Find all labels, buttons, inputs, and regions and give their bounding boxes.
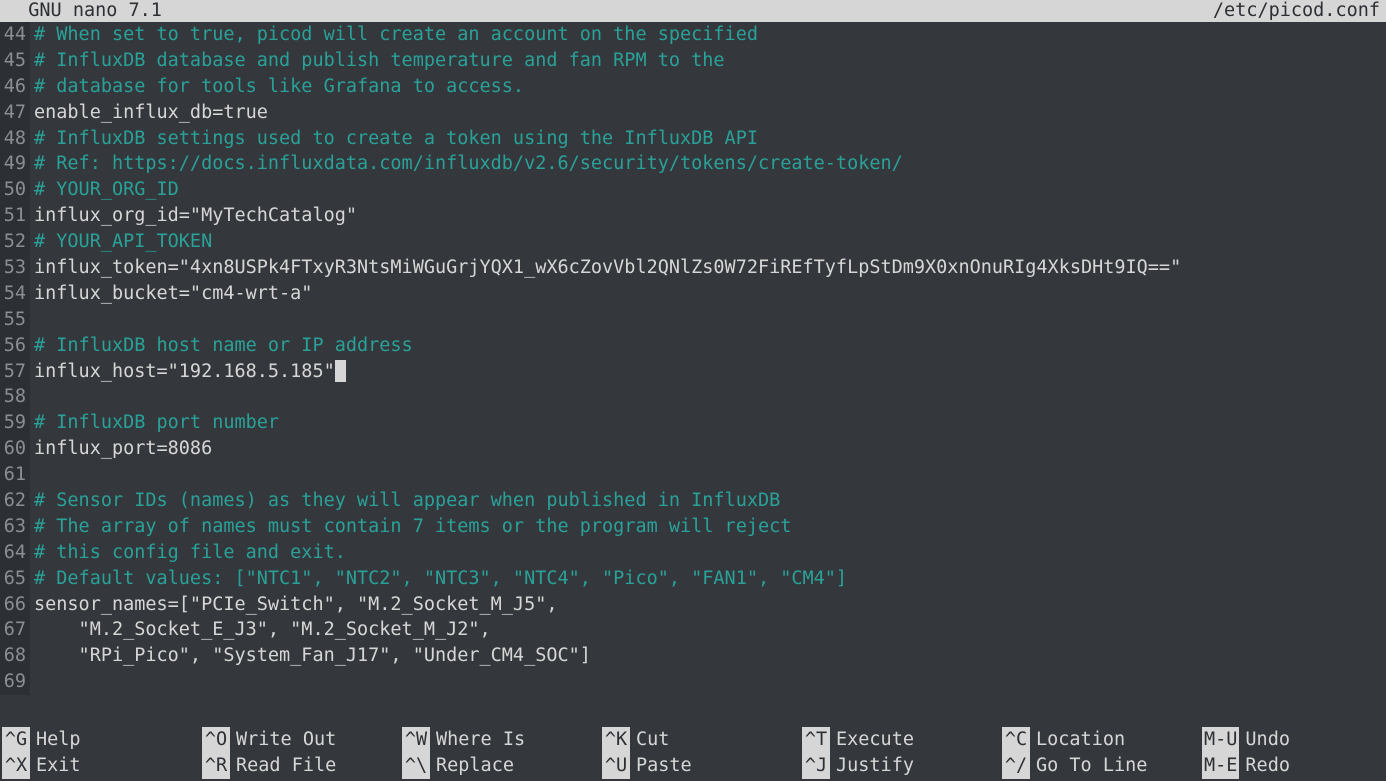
line-number: 65 [0, 566, 30, 592]
shortcut-execute[interactable]: ^TExecute [802, 727, 1002, 753]
code-line: influx_token="4xn8USPk4FTxyR3NtsMiWGuGrj… [30, 255, 1386, 281]
line-number: 53 [0, 255, 30, 281]
code-line: enable_influx_db=true [30, 100, 1386, 126]
code-line: # Sensor IDs (names) as they will appear… [30, 488, 1386, 514]
line-number: 55 [0, 307, 30, 333]
text-cursor [335, 360, 346, 382]
code-line [30, 669, 1386, 695]
code-line: # Default values: ["NTC1", "NTC2", "NTC3… [30, 566, 1386, 592]
code-line [30, 462, 1386, 488]
line-number: 54 [0, 281, 30, 307]
code-line: # When set to true, picod will create an… [30, 22, 1386, 48]
code-line: # InfluxDB port number [30, 410, 1386, 436]
titlebar: GNU nano 7.1 /etc/picod.conf [0, 0, 1386, 22]
code-line: # Ref: https://docs.influxdata.com/influ… [30, 151, 1386, 177]
shortcut-gotoline[interactable]: ^/Go To Line [1002, 753, 1202, 779]
shortcut-exit[interactable]: ^XExit [2, 753, 202, 779]
code-line: # YOUR_API_TOKEN [30, 229, 1386, 255]
code-line [30, 307, 1386, 333]
code-line: # InfluxDB settings used to create a tok… [30, 126, 1386, 152]
line-number: 52 [0, 229, 30, 255]
editor-area[interactable]: 44# When set to true, picod will create … [0, 22, 1386, 709]
line-number: 69 [0, 669, 30, 695]
line-number: 49 [0, 151, 30, 177]
code-line: sensor_names=["PCIe_Switch", "M.2_Socket… [30, 592, 1386, 618]
line-number: 60 [0, 436, 30, 462]
line-number: 62 [0, 488, 30, 514]
line-number: 50 [0, 177, 30, 203]
code-line: # InfluxDB host name or IP address [30, 333, 1386, 359]
shortcut-bar: ^GHelp ^OWrite Out ^WWhere Is ^KCut ^TEx… [0, 727, 1386, 781]
code-line: # YOUR_ORG_ID [30, 177, 1386, 203]
shortcut-paste[interactable]: ^UPaste [602, 753, 802, 779]
code-line: influx_host="192.168.5.185" [30, 359, 1386, 385]
shortcut-replace[interactable]: ^\Replace [402, 753, 602, 779]
code-line [30, 384, 1386, 410]
code-line: influx_bucket="cm4-wrt-a" [30, 281, 1386, 307]
app-name: GNU nano 7.1 [6, 0, 162, 22]
shortcut-readfile[interactable]: ^RRead File [202, 753, 402, 779]
code-line: "M.2_Socket_E_J3", "M.2_Socket_M_J2", [30, 617, 1386, 643]
line-number: 66 [0, 592, 30, 618]
line-number: 51 [0, 203, 30, 229]
code-line: # InfluxDB database and publish temperat… [30, 48, 1386, 74]
line-number: 59 [0, 410, 30, 436]
shortcut-location[interactable]: ^CLocation [1002, 727, 1202, 753]
code-line: influx_org_id="MyTechCatalog" [30, 203, 1386, 229]
shortcut-whereis[interactable]: ^WWhere Is [402, 727, 602, 753]
line-number: 67 [0, 617, 30, 643]
file-path: /etc/picod.conf [1213, 0, 1380, 22]
code-line: # this config file and exit. [30, 540, 1386, 566]
line-number: 58 [0, 384, 30, 410]
shortcut-redo[interactable]: M-ERedo [1202, 753, 1382, 779]
line-number: 57 [0, 359, 30, 385]
code-line: "RPi_Pico", "System_Fan_J17", "Under_CM4… [30, 643, 1386, 669]
line-number: 45 [0, 48, 30, 74]
line-number: 64 [0, 540, 30, 566]
code-line: # database for tools like Grafana to acc… [30, 74, 1386, 100]
shortcut-writeout[interactable]: ^OWrite Out [202, 727, 402, 753]
line-number: 46 [0, 74, 30, 100]
line-number: 44 [0, 22, 30, 48]
shortcut-justify[interactable]: ^JJustify [802, 753, 1002, 779]
line-number: 56 [0, 333, 30, 359]
line-number: 63 [0, 514, 30, 540]
code-line: # The array of names must contain 7 item… [30, 514, 1386, 540]
shortcut-help[interactable]: ^GHelp [2, 727, 202, 753]
shortcut-cut[interactable]: ^KCut [602, 727, 802, 753]
line-number: 47 [0, 100, 30, 126]
shortcut-undo[interactable]: M-UUndo [1202, 727, 1382, 753]
line-number: 68 [0, 643, 30, 669]
line-number: 61 [0, 462, 30, 488]
line-number: 48 [0, 126, 30, 152]
code-line: influx_port=8086 [30, 436, 1386, 462]
